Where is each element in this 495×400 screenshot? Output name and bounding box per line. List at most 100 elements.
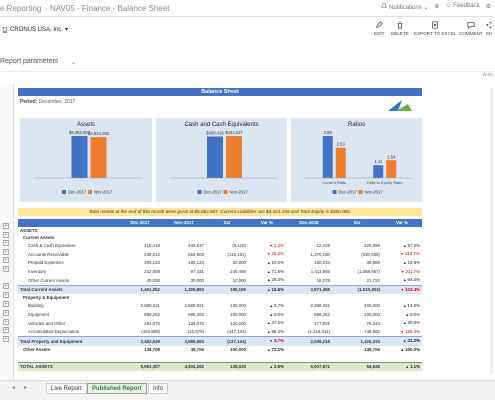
- table-cell: 342,898: [144, 269, 160, 275]
- outline-expand-button[interactable]: +: [3, 283, 9, 289]
- bar: [373, 165, 384, 178]
- chevron-down-icon[interactable]: ⌄: [71, 59, 76, 66]
- table-cell: (22,675): [187, 329, 204, 335]
- table-cell: (115,191): [227, 251, 246, 257]
- table-cell: [286, 234, 332, 242]
- table-cell: [206, 234, 248, 242]
- breadcrumb-separator: ›: [44, 3, 48, 13]
- outline-expand-button[interactable]: +: [3, 336, 9, 342]
- cash-chart-panel: Cash and Cash Equivalents $438,418 $443,5…: [156, 118, 287, 202]
- table-cell: (127,134): [206, 336, 248, 346]
- column-header: Var %: [382, 219, 422, 227]
- report-sheet: Balance Sheet Period: December, 2017 Ass…: [18, 86, 422, 378]
- table-cell: 100,000: [364, 312, 380, 318]
- table-cell: 3,589,683: [162, 336, 206, 346]
- legend-swatch: [358, 190, 363, 194]
- outline-expand-button[interactable]: +: [3, 223, 9, 229]
- edit-button[interactable]: EDIT: [374, 21, 384, 36]
- export-to-excel-button[interactable]: EXPORT TO EXCEL: [414, 21, 457, 36]
- outline-expand-button[interactable]: +: [3, 240, 9, 246]
- table-cell: 3.7%: [248, 336, 286, 346]
- table-cell: 1.2%: [248, 242, 286, 251]
- outline-expand-button[interactable]: +: [3, 266, 9, 272]
- table-cell: [162, 227, 206, 235]
- outline-expand-button[interactable]: +: [3, 232, 9, 238]
- notifications-button[interactable]: Notifications ⌄: [381, 3, 428, 11]
- table-cell: 128,025: [206, 361, 248, 372]
- table-cell: (447,134): [227, 329, 246, 335]
- table-cell: Total Current Assets: [18, 284, 118, 295]
- report-parameters-toggle[interactable]: Report parameters: [0, 58, 58, 65]
- trash-icon: [397, 21, 403, 29]
- comment-icon: [467, 22, 475, 29]
- outline-expand-button[interactable]: +: [3, 310, 9, 316]
- table-cell: 103.4%: [382, 284, 422, 295]
- table-cell: [162, 294, 206, 302]
- outline-expand-button[interactable]: +: [3, 319, 9, 325]
- table-cell: (1,218,311): [307, 329, 330, 335]
- table-cell: 1,411,565: [310, 269, 330, 275]
- tab-live-report[interactable]: Live Report: [46, 383, 87, 394]
- breadcrumb-item[interactable]: e Reporting: [0, 4, 41, 13]
- tab-info[interactable]: Info: [148, 383, 169, 394]
- table-cell: 138,706: [144, 347, 160, 353]
- assets-chart-panel: Assets $5,062,907 $4,934,282 Dec-2017 Nov-2…: [20, 118, 152, 202]
- tick-label: Debt to Equity Ratio: [367, 180, 403, 185]
- table-cell: [118, 227, 162, 235]
- vertical-scrollbar[interactable]: [490, 88, 493, 374]
- table-cell: 5,062,307: [118, 361, 162, 372]
- table-row: Accounts Receivable 439,612 554,803 (115,19…: [18, 250, 422, 259]
- more-icon[interactable]: ⚙: [486, 3, 491, 11]
- column-header: Dec-2016: [286, 219, 332, 227]
- table-cell: Equipment: [28, 312, 49, 318]
- table-cell: 1,426,333: [332, 336, 382, 346]
- ratios-chart-panel: Ratios 3.65 2.63 Current Ratio 1.11 1.54 Debt…: [291, 118, 422, 202]
- chevron-down-icon: ▾: [65, 27, 69, 33]
- feedback-button[interactable]: ☺ Feedback: [445, 3, 479, 11]
- table-cell: [332, 294, 382, 302]
- tab-published-report[interactable]: Published Report: [87, 383, 147, 394]
- bar: [71, 136, 88, 178]
- table-cell: 311.7%: [382, 268, 422, 277]
- bar: [335, 147, 346, 178]
- table-cell: 1,305,893: [162, 284, 206, 295]
- table-cell: [248, 234, 286, 242]
- outline-expand-button[interactable]: +: [3, 257, 9, 263]
- table-cell: [382, 294, 422, 302]
- outline-expand-button[interactable]: +: [3, 327, 9, 333]
- bar: [226, 136, 242, 178]
- legend-label: Nov-2017: [94, 190, 113, 195]
- table-cell: (930,538): [361, 251, 380, 257]
- table-row: ASSETS: [18, 227, 422, 235]
- table-cell: 100,000: [230, 312, 246, 318]
- company-selector[interactable]: CRONUS USA, Inc. ▾: [2, 26, 68, 33]
- auto-label: Auto: [482, 72, 493, 78]
- tab-scroll-right-icon[interactable]: ▸: [24, 384, 27, 391]
- table-cell: 254,075: [144, 320, 160, 326]
- table-cell: [286, 294, 332, 302]
- table-cell: [206, 294, 248, 302]
- comment-button[interactable]: COMMENT: [459, 21, 483, 36]
- share-button[interactable]: SH: [485, 21, 493, 36]
- table-cell: 54,636: [332, 361, 382, 372]
- outline-expand-button[interactable]: +: [3, 292, 9, 298]
- table-cell: (1,510,403): [332, 284, 382, 295]
- table-cell: 2,280,021: [310, 303, 330, 309]
- table-cell: 215.7%: [382, 250, 422, 259]
- table-cell: 20,000: [232, 260, 246, 266]
- legend-swatch: [62, 190, 66, 194]
- table-cell: 39,889: [366, 260, 380, 266]
- table-cell: (1,068,667): [357, 269, 380, 275]
- help-icon[interactable]: ⊕: [434, 3, 439, 11]
- tab-scroll-left-icon[interactable]: ◂: [12, 384, 15, 391]
- table-cell: Other Assets: [23, 347, 51, 353]
- table-cell: [332, 355, 382, 363]
- legend-label: Dec-2017: [204, 190, 223, 195]
- column-header: Nov-2017: [162, 219, 206, 227]
- outline-expand-button[interactable]: +: [3, 249, 9, 255]
- table-cell: 76,244: [366, 320, 380, 326]
- table-cell: 71.6%: [248, 268, 286, 277]
- table-cell: 134,075: [188, 320, 204, 326]
- outline-expand-button[interactable]: +: [3, 301, 9, 307]
- delete-button[interactable]: DELETE: [391, 21, 409, 36]
